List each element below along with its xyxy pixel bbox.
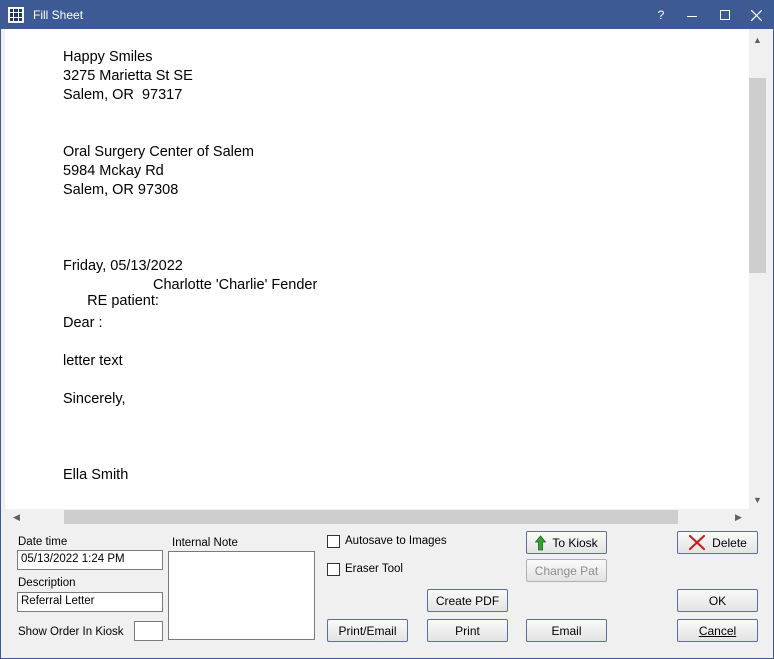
eraser-tool-label: Eraser Tool: [345, 563, 403, 575]
maximize-button[interactable]: [710, 1, 740, 29]
internal-note-label: Internal Note: [172, 537, 238, 549]
signature: Ella Smith: [63, 467, 129, 483]
autosave-checkbox[interactable]: [327, 535, 340, 548]
scroll-right-icon[interactable]: ▶: [730, 509, 747, 526]
minimize-button[interactable]: [677, 1, 707, 29]
fill-sheet-window: Fill Sheet ? Happy Smiles 3275 Marietta …: [0, 0, 774, 659]
email-label: Email: [551, 623, 582, 638]
sender-street: 3275 Marietta St SE: [63, 68, 193, 84]
horizontal-scroll-thumb[interactable]: [64, 510, 678, 524]
internal-note-textarea[interactable]: [168, 551, 315, 640]
x-icon: [688, 534, 706, 551]
show-order-label: Show Order In Kiosk: [18, 626, 124, 638]
to-kiosk-label: To Kiosk: [552, 535, 598, 550]
vertical-scroll-thumb[interactable]: [749, 78, 766, 273]
create-pdf-label: Create PDF: [435, 593, 500, 608]
app-grid-icon: [8, 7, 24, 23]
description-field[interactable]: Referral Letter: [17, 592, 163, 612]
maximize-icon: [720, 10, 730, 20]
delete-label: Delete: [712, 535, 747, 550]
print-button[interactable]: Print: [427, 619, 508, 642]
vertical-scrollbar[interactable]: ▲ ▼: [749, 29, 766, 510]
help-button[interactable]: ?: [646, 1, 676, 29]
minimize-icon: [687, 15, 697, 17]
sheet-canvas[interactable]: Happy Smiles 3275 Marietta St SE Salem, …: [5, 29, 750, 510]
print-email-button[interactable]: Print/Email: [327, 619, 408, 642]
delete-button[interactable]: Delete: [677, 531, 758, 554]
window-title: Fill Sheet: [33, 8, 84, 22]
arrow-up-icon: [535, 534, 547, 551]
letter-body: letter text: [63, 353, 123, 369]
eraser-tool-checkbox[interactable]: [327, 563, 340, 576]
close-button[interactable]: [741, 1, 771, 29]
close-icon: [750, 9, 762, 21]
email-button[interactable]: Email: [526, 619, 607, 642]
re-label: RE patient:: [87, 293, 159, 309]
ok-button[interactable]: OK: [677, 589, 758, 612]
autosave-label: Autosave to Images: [345, 535, 447, 547]
date-time-label: Date time: [18, 536, 68, 548]
date-time-field[interactable]: 05/13/2022 1:24 PM: [17, 550, 163, 570]
to-kiosk-button[interactable]: To Kiosk: [526, 531, 607, 554]
change-pat-button[interactable]: Change Pat: [526, 559, 607, 582]
sender-name: Happy Smiles: [63, 49, 153, 65]
print-label: Print: [455, 623, 480, 638]
greeting: Dear :: [63, 315, 103, 331]
show-order-field[interactable]: [134, 621, 163, 641]
cancel-label: Cancel: [698, 623, 737, 638]
recipient-street: 5984 Mckay Rd: [63, 163, 164, 179]
create-pdf-button[interactable]: Create PDF: [427, 589, 508, 612]
letter-date: Friday, 05/13/2022: [63, 258, 183, 274]
ok-label: OK: [708, 593, 727, 608]
change-pat-label: Change Pat: [534, 563, 599, 578]
closing: Sincerely,: [63, 391, 126, 407]
print-email-label: Print/Email: [338, 623, 397, 638]
scroll-down-icon[interactable]: ▼: [749, 491, 766, 508]
horizontal-scrollbar[interactable]: ◀ ▶: [5, 509, 749, 526]
patient-name: Charlotte 'Charlie' Fender: [153, 277, 318, 293]
re-patient-line: RE patient: Charlotte 'Charlie' Fender: [63, 277, 317, 341]
title-bar: Fill Sheet ?: [1, 1, 773, 29]
scroll-left-icon[interactable]: ◀: [8, 509, 25, 526]
recipient-city: Salem, OR 97308: [63, 182, 179, 198]
cancel-button[interactable]: Cancel: [677, 619, 758, 642]
sender-city: Salem, OR 97317: [63, 87, 183, 103]
recipient-name: Oral Surgery Center of Salem: [63, 144, 254, 160]
description-label: Description: [18, 577, 76, 589]
scroll-up-icon[interactable]: ▲: [749, 31, 766, 48]
